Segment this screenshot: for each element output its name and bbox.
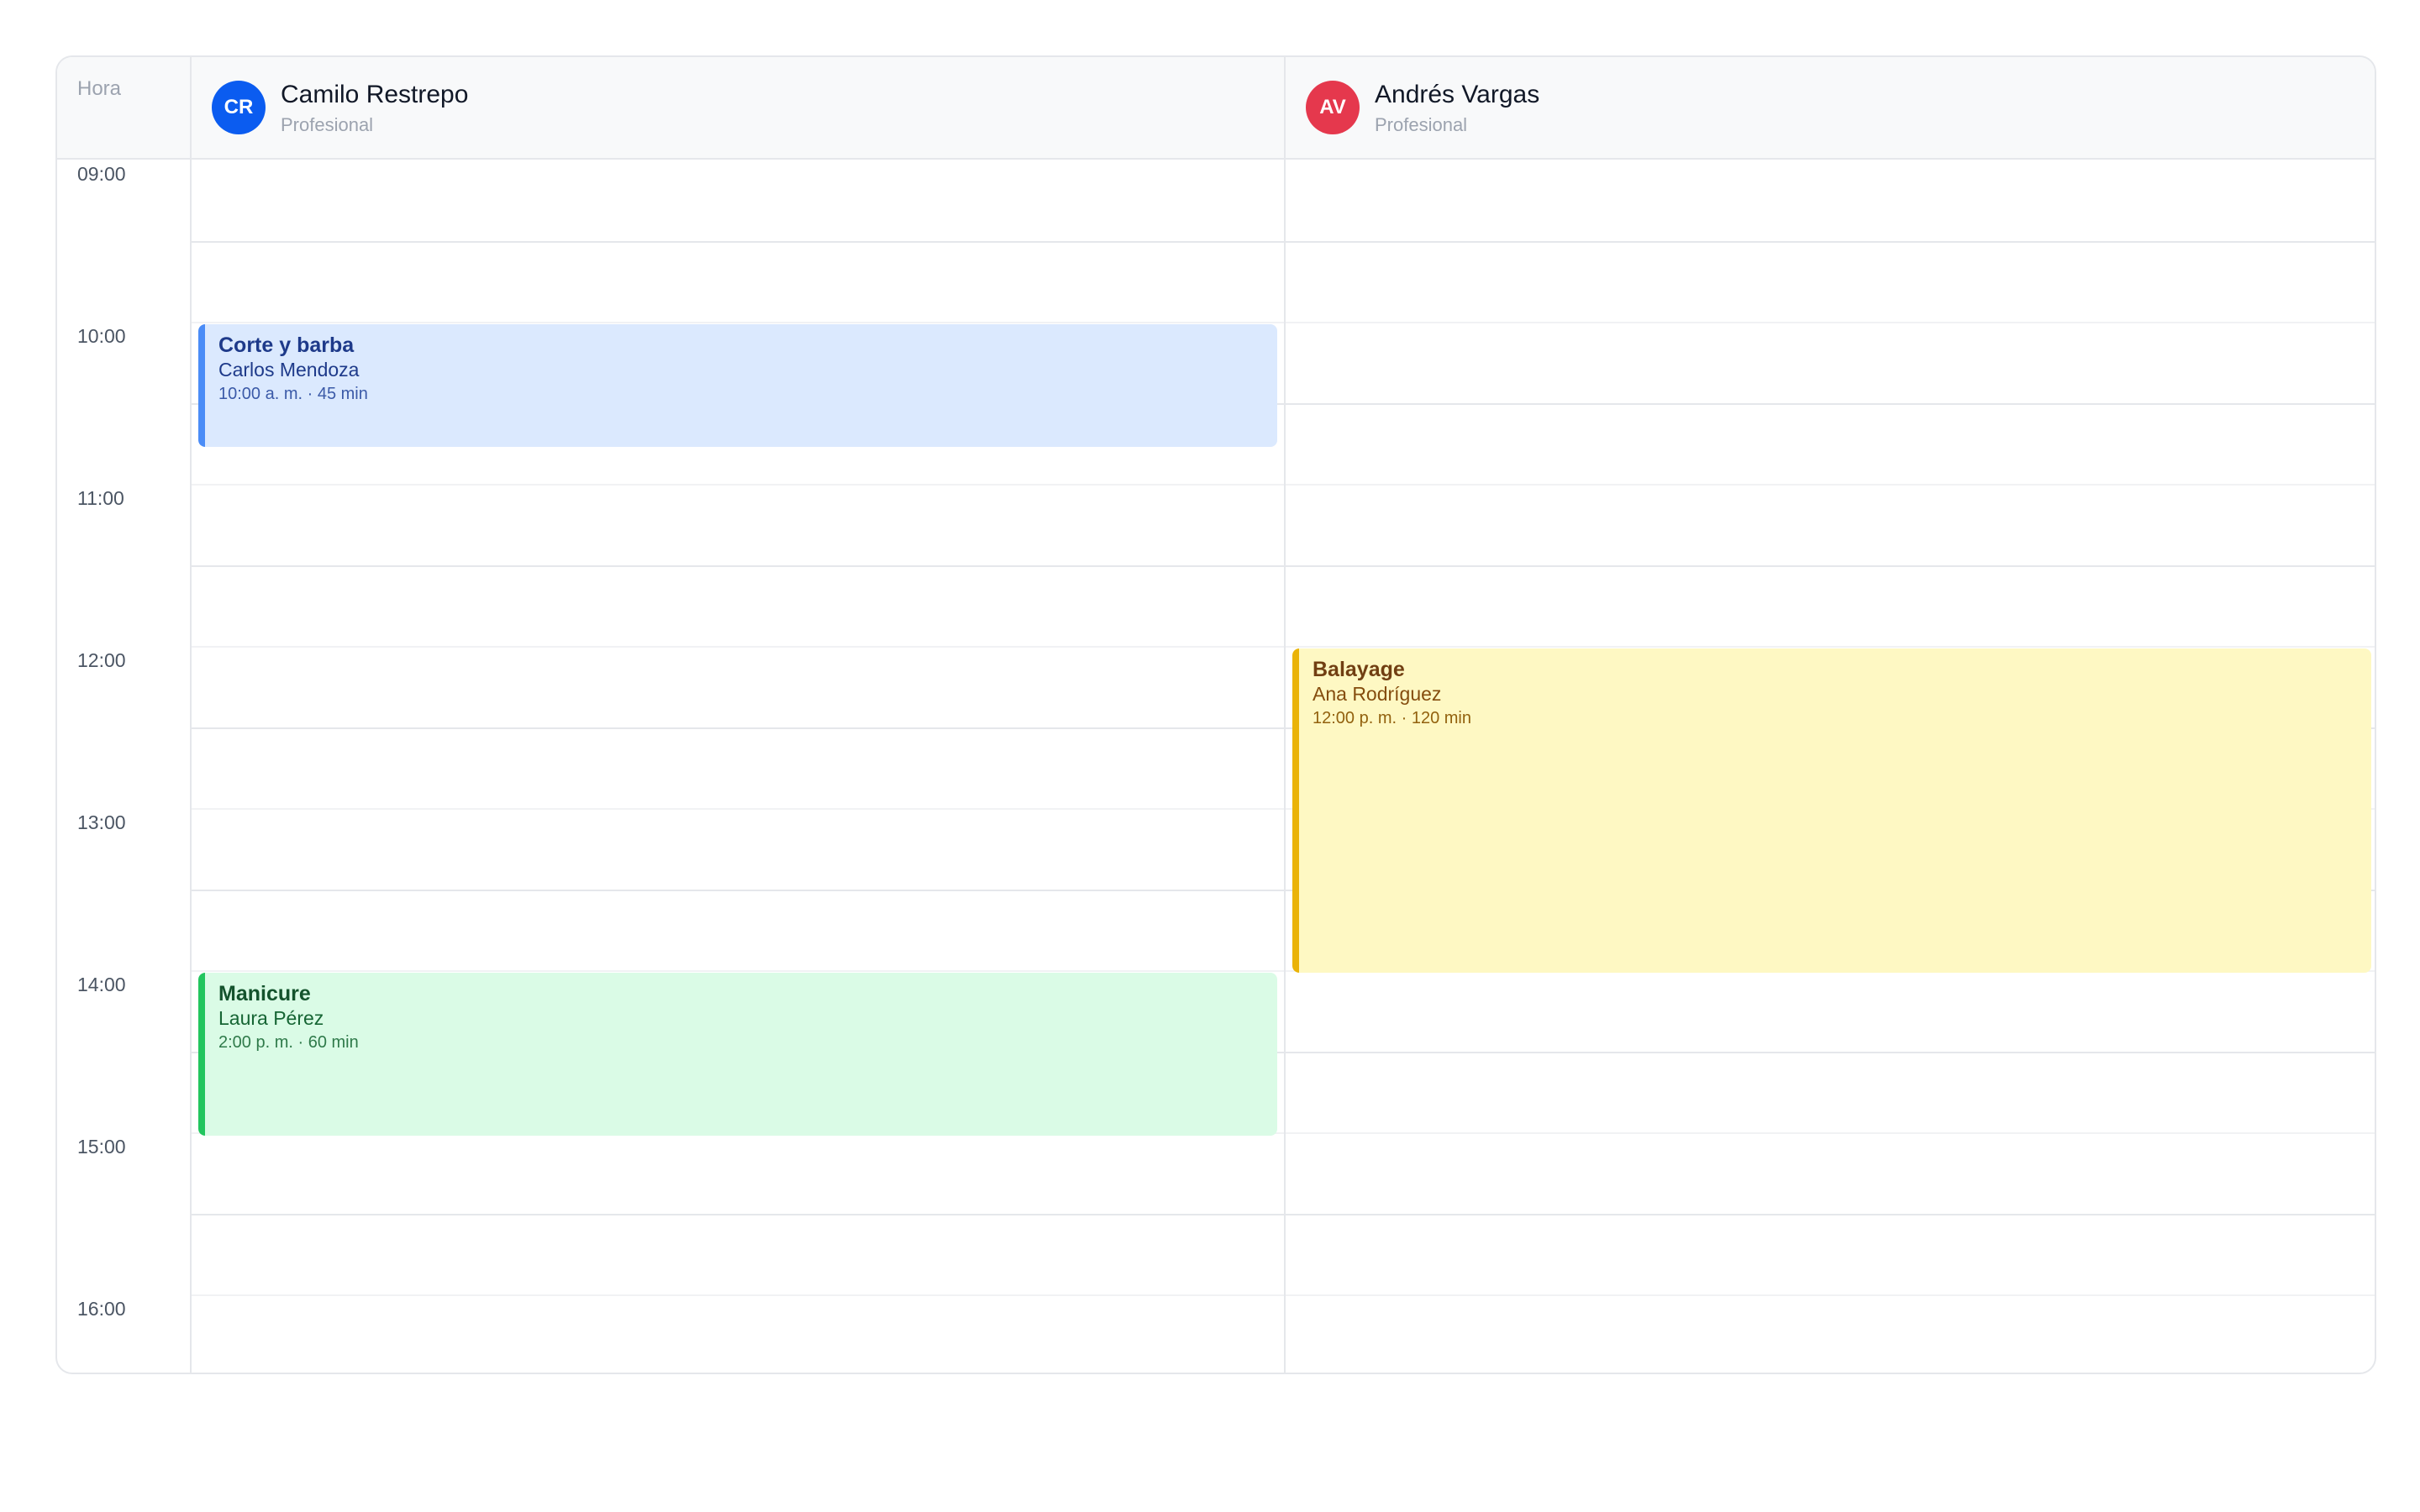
appointment-time: 2:00 p. m. · 60 min xyxy=(218,1033,359,1052)
appointment-color-bar xyxy=(1292,648,1299,973)
professional-column-divider xyxy=(1284,57,1286,1373)
professional-role: Profesional xyxy=(1375,114,1468,135)
professional-name: Andrés Vargas xyxy=(1375,81,1540,108)
appointment-client: Laura Pérez xyxy=(218,1007,324,1029)
time-label: 15:00 xyxy=(77,1136,126,1158)
appointment-card[interactable]: Manicure Laura Pérez 2:00 p. m. · 60 min xyxy=(198,973,1277,1136)
professional-role: Profesional xyxy=(281,114,374,135)
time-label: 13:00 xyxy=(77,811,126,833)
time-label: 10:00 xyxy=(77,325,126,347)
time-label: 09:00 xyxy=(77,163,126,185)
avatar: CR xyxy=(212,81,266,134)
appointment-color-bar xyxy=(198,973,205,1136)
appointment-card[interactable]: Corte y barba Carlos Mendoza 10:00 a. m.… xyxy=(198,324,1277,447)
time-label: 14:00 xyxy=(77,974,126,995)
appointment-card[interactable]: Balayage Ana Rodríguez 12:00 p. m. · 120… xyxy=(1292,648,2371,973)
appointment-service: Manicure xyxy=(218,982,311,1005)
appointment-client: Ana Rodríguez xyxy=(1313,683,1442,705)
avatar: AV xyxy=(1306,81,1360,134)
calendar-grid: Hora CR Camilo Restrepo Profesional AV A… xyxy=(55,55,2376,1374)
appointment-time: 12:00 p. m. · 120 min xyxy=(1313,709,1471,727)
hour-column-divider xyxy=(190,57,192,1373)
appointment-client: Carlos Mendoza xyxy=(218,359,360,381)
time-label: 16:00 xyxy=(77,1298,126,1320)
time-label: 11:00 xyxy=(77,487,124,509)
professional-header-andres[interactable]: AV Andrés Vargas Profesional xyxy=(1286,57,2375,160)
appointment-color-bar xyxy=(198,324,205,447)
time-label: 12:00 xyxy=(77,649,126,671)
calendar-header: Hora CR Camilo Restrepo Profesional AV A… xyxy=(57,57,2375,160)
appointment-service: Corte y barba xyxy=(218,333,355,357)
hour-column-label: Hora xyxy=(77,77,122,100)
professional-name: Camilo Restrepo xyxy=(281,81,469,108)
appointment-service: Balayage xyxy=(1313,658,1405,681)
professional-header-camilo[interactable]: CR Camilo Restrepo Profesional xyxy=(192,57,1286,160)
appointment-time: 10:00 a. m. · 45 min xyxy=(218,385,368,403)
